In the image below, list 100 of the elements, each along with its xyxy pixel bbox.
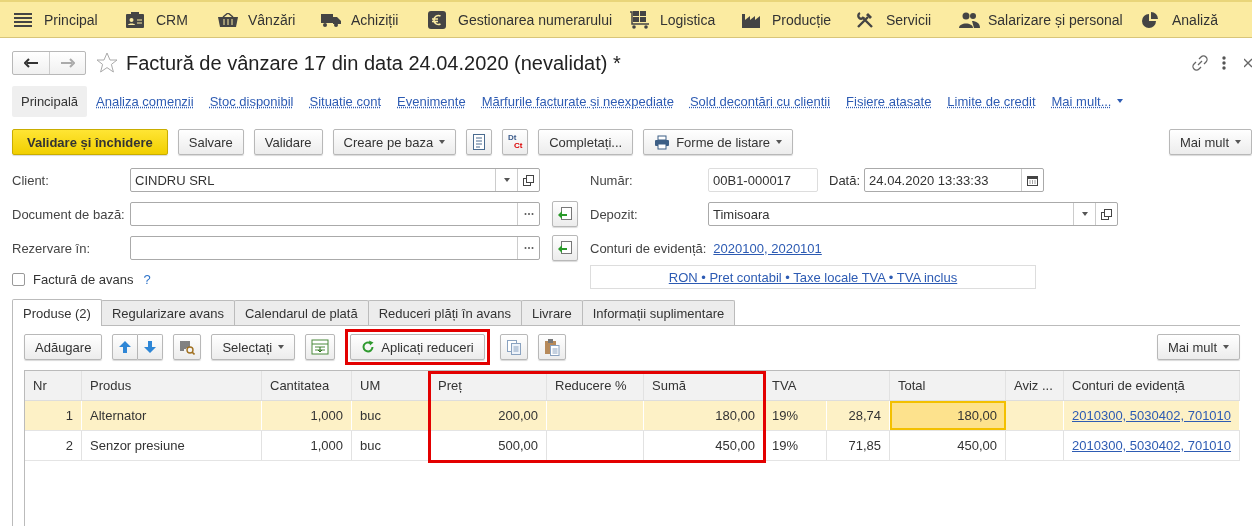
validate-close-button[interactable]: Validare și închidere bbox=[12, 129, 168, 155]
table-row[interactable]: 1 Alternator 1,000 buc 200,00 180,00 19% 28,74 180,00 2010300, 5030402, 701010 bbox=[25, 401, 1240, 431]
warehouse-field[interactable]: Timisoara bbox=[708, 202, 1118, 226]
table-cell: buc bbox=[352, 401, 430, 430]
accounts-link[interactable]: 2010300, 5030402, 701010 bbox=[1072, 408, 1232, 423]
section-link[interactable]: Sold decontări cu clientii bbox=[689, 93, 831, 109]
apply-discounts-button[interactable]: Aplicați reduceri bbox=[350, 334, 485, 360]
table-cell: 71,85 bbox=[827, 431, 890, 460]
column-header[interactable]: Aviz ... bbox=[1006, 371, 1064, 400]
menu-section[interactable]: Producție bbox=[772, 11, 832, 28]
date-field[interactable]: 24.04.2020 13:33:33 bbox=[864, 168, 1045, 192]
open-form-icon bbox=[523, 174, 534, 186]
column-header[interactable]: UM bbox=[352, 371, 430, 400]
section-link[interactable]: Evenimente bbox=[397, 93, 466, 109]
accounts-link[interactable]: 2010300, 5030402, 701010 bbox=[1072, 438, 1232, 453]
table-cell: 180,00 bbox=[644, 401, 764, 430]
menu-section[interactable]: Principal bbox=[44, 11, 98, 28]
section-link[interactable]: Mai mult... bbox=[1051, 93, 1124, 109]
fill-table-button[interactable] bbox=[305, 334, 336, 360]
tab[interactable]: Regularizare avans bbox=[100, 300, 235, 325]
basket-icon bbox=[218, 12, 238, 27]
factory-icon bbox=[742, 11, 760, 28]
refresh-icon bbox=[361, 340, 376, 354]
accounts-link[interactable]: 2020100, 2020101 bbox=[713, 240, 822, 256]
menu-section[interactable]: Vânzări bbox=[248, 11, 296, 28]
move-up-button[interactable] bbox=[112, 334, 139, 360]
section-link[interactable]: Situatie cont bbox=[309, 93, 381, 109]
copy-button[interactable] bbox=[499, 334, 528, 360]
section-link[interactable]: Limite de credit bbox=[947, 93, 1036, 109]
column-header[interactable]: Reducere % bbox=[547, 371, 644, 400]
tab[interactable]: Produse (2) bbox=[12, 299, 102, 326]
column-header[interactable]: TVA bbox=[764, 371, 890, 400]
column-header[interactable]: Produs bbox=[82, 371, 262, 400]
table-cell: 19% bbox=[764, 431, 827, 460]
table-cell: 200,00 bbox=[430, 401, 547, 430]
input-field[interactable]: CINDRU SRL bbox=[130, 168, 540, 192]
column-header[interactable]: Preț bbox=[430, 371, 547, 400]
report-icon bbox=[472, 134, 487, 150]
link-icon[interactable] bbox=[1192, 55, 1208, 71]
price-settings-link[interactable]: RON • Pret contabil • Taxe locale TVA • TVA inclus bbox=[668, 269, 958, 285]
table-cell: 500,00 bbox=[430, 431, 547, 460]
table-cell: 2 bbox=[25, 431, 82, 460]
number-field[interactable]: 00B1-000017 bbox=[708, 168, 818, 192]
menu-section[interactable]: Gestionarea numerarului bbox=[458, 11, 613, 28]
section-link[interactable]: Mărfurile facturate și neexpediate bbox=[481, 93, 674, 109]
checkbox[interactable] bbox=[12, 272, 25, 286]
toolbar-button[interactable]: Validare bbox=[253, 129, 323, 155]
paste-button[interactable] bbox=[537, 334, 566, 360]
section-link[interactable]: Stoc disponibil bbox=[209, 93, 294, 109]
column-header[interactable]: Cantitatea bbox=[262, 371, 352, 400]
print-forms-button[interactable]: Forme de listare bbox=[643, 129, 794, 155]
menu-section[interactable]: Logistica bbox=[660, 11, 716, 28]
column-header[interactable]: Conturi de evidență bbox=[1064, 371, 1240, 400]
menu-section[interactable]: Servicii bbox=[886, 11, 932, 28]
open-form-icon bbox=[1101, 208, 1112, 220]
tab[interactable]: Reduceri plăți în avans bbox=[367, 300, 522, 325]
section-link[interactable]: Principală bbox=[12, 85, 88, 117]
contact-card-icon bbox=[126, 11, 144, 28]
close-icon[interactable] bbox=[1244, 58, 1252, 68]
table-cell: 450,00 bbox=[644, 431, 764, 460]
go-to-button[interactable] bbox=[552, 235, 578, 261]
menu-section[interactable]: Analiză bbox=[1172, 11, 1218, 28]
pie-chart-icon bbox=[1142, 11, 1158, 28]
barcode-search-button[interactable] bbox=[173, 334, 202, 360]
menu-section[interactable]: Salarizare și personal bbox=[988, 11, 1123, 28]
more-button[interactable]: Mai mult bbox=[1156, 334, 1240, 360]
menu-section[interactable]: CRM bbox=[156, 11, 188, 28]
toolbar-button[interactable]: Adăugare bbox=[24, 334, 103, 360]
star-icon[interactable] bbox=[96, 52, 118, 74]
toolbar-button[interactable]: Completați... bbox=[538, 129, 634, 155]
column-header[interactable]: Total bbox=[890, 371, 1006, 400]
document-title: Factură de vânzare 17 din data 24.04.2020 (nevalidat) * bbox=[126, 51, 621, 75]
table-cell: buc bbox=[352, 431, 430, 460]
column-header[interactable]: Nr bbox=[25, 371, 82, 400]
table-cell: 1 bbox=[25, 401, 82, 430]
input-field[interactable] bbox=[130, 202, 540, 226]
report-button[interactable] bbox=[466, 129, 493, 155]
section-link[interactable]: Analiza comenzii bbox=[96, 93, 194, 109]
help-link[interactable]: ? bbox=[143, 271, 151, 287]
move-down-button[interactable] bbox=[138, 334, 164, 360]
more-options-icon[interactable] bbox=[1222, 56, 1226, 70]
table-cell: Senzor presiune bbox=[82, 431, 262, 460]
dropdown-button[interactable]: Creare pe baza bbox=[332, 129, 457, 155]
debit-credit-button[interactable]: Dt Ct bbox=[502, 129, 529, 155]
menu-icon bbox=[14, 12, 32, 27]
tab[interactable]: Livrare bbox=[520, 300, 583, 325]
go-to-button[interactable] bbox=[552, 201, 578, 227]
section-link[interactable]: Fisiere atasate bbox=[846, 93, 932, 109]
tab[interactable]: Informații suplimentare bbox=[581, 300, 736, 325]
column-header[interactable]: Sumă bbox=[644, 371, 764, 400]
tab[interactable]: Calendarul de plată bbox=[233, 300, 369, 325]
dropdown-button[interactable]: Selectați bbox=[211, 334, 296, 360]
table-cell: 1,000 bbox=[262, 401, 352, 430]
table-row[interactable]: 2 Senzor presiune 1,000 buc 500,00 450,00 19% 71,85 450,00 2010300, 5030402, 701010 bbox=[25, 431, 1240, 461]
toolbar-button[interactable]: Salvare bbox=[177, 129, 244, 155]
field-label: Număr: bbox=[590, 172, 634, 188]
more-button[interactable]: Mai mult bbox=[1168, 129, 1252, 155]
checkbox-label: Factură de avans bbox=[33, 271, 134, 287]
menu-section[interactable]: Achiziții bbox=[351, 11, 399, 28]
input-field[interactable] bbox=[130, 236, 540, 260]
